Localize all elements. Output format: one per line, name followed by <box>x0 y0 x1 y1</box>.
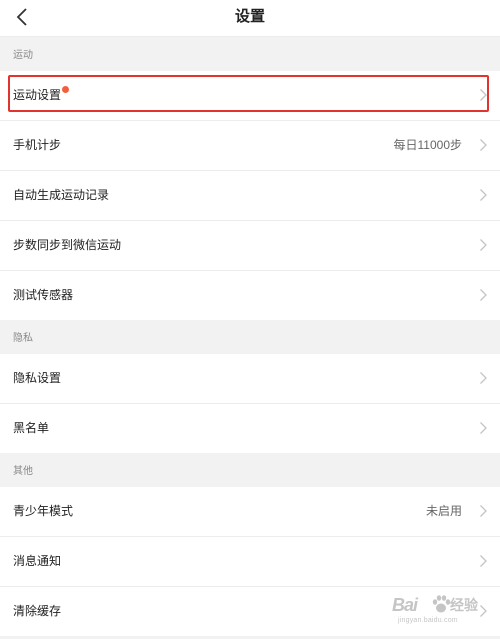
chevron-right-icon <box>480 239 487 251</box>
chevron-right-icon <box>480 89 487 101</box>
watermark: Bai 经验 jingyan.baidu.com <box>392 595 482 631</box>
watermark-logo: Bai <box>392 595 418 615</box>
row-label: 消息通知 <box>13 554 62 568</box>
settings-row-sport-settings[interactable]: 运动设置 <box>0 71 500 121</box>
row-value: 每日11000步 <box>393 138 462 152</box>
chevron-right-icon <box>480 139 487 151</box>
chevron-right-icon <box>480 289 487 301</box>
row-label: 清除缓存 <box>13 604 62 618</box>
new-indicator-dot <box>62 86 70 93</box>
settings-group-privacy: 隐私设置 黑名单 <box>0 354 500 453</box>
settings-row-youth-mode[interactable]: 青少年模式 未启用 <box>0 487 500 537</box>
page-title: 设置 <box>234 8 265 25</box>
settings-row-test-sensor[interactable]: 测试传感器 <box>0 271 500 320</box>
row-label: 青少年模式 <box>13 504 74 518</box>
settings-row-privacy-settings[interactable]: 隐私设置 <box>0 354 500 404</box>
chevron-right-icon <box>480 505 487 517</box>
row-label: 手机计步 <box>13 138 62 152</box>
section-header-other: 其他 <box>0 453 500 487</box>
settings-group-sport: 运动设置 手机计步 每日11000步 自动生成运动记录 步数同步到微信运动 测试… <box>0 71 500 320</box>
section-header-sport: 运动 <box>0 37 500 71</box>
watermark-url: jingyan.baidu.com <box>398 617 458 624</box>
chevron-right-icon <box>480 422 487 434</box>
row-label: 黑名单 <box>13 421 50 435</box>
chevron-right-icon <box>480 555 487 567</box>
row-label-wrap: 运动设置 <box>13 71 70 120</box>
chevron-right-icon <box>480 189 487 201</box>
settings-row-wechat-sync[interactable]: 步数同步到微信运动 <box>0 221 500 271</box>
section-header-privacy: 隐私 <box>0 320 500 354</box>
row-label: 测试传感器 <box>13 288 74 302</box>
settings-row-blacklist[interactable]: 黑名单 <box>0 404 500 453</box>
row-label: 隐私设置 <box>13 371 62 385</box>
row-label: 自动生成运动记录 <box>13 188 110 202</box>
top-bar: 设置 <box>0 0 500 37</box>
row-label: 运动设置 <box>13 88 62 102</box>
row-label: 步数同步到微信运动 <box>13 238 122 252</box>
watermark-suffix: 经验 <box>450 597 478 613</box>
paw-icon <box>432 595 451 613</box>
row-value: 未启用 <box>425 504 462 518</box>
settings-row-auto-record[interactable]: 自动生成运动记录 <box>0 171 500 221</box>
chevron-right-icon <box>480 372 487 384</box>
settings-row-phone-pedometer[interactable]: 手机计步 每日11000步 <box>0 121 500 171</box>
settings-row-notifications[interactable]: 消息通知 <box>0 537 500 587</box>
